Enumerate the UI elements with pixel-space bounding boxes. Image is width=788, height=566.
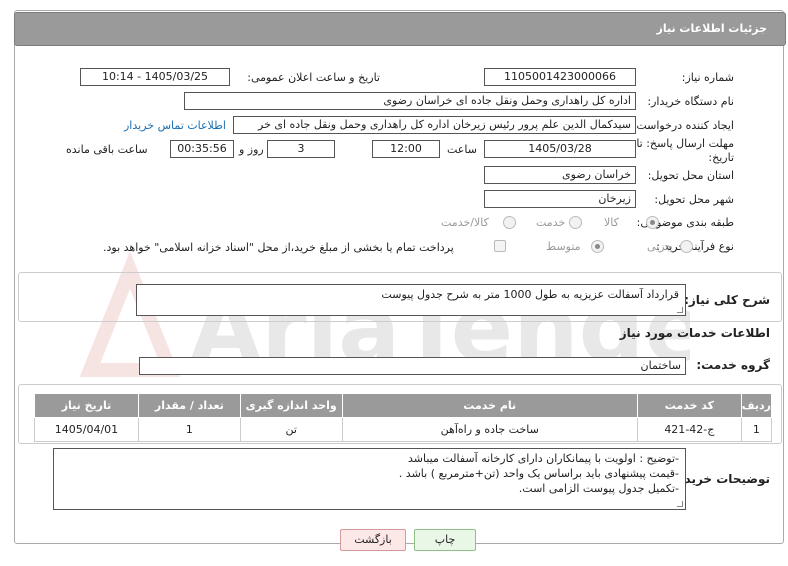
resize-handle[interactable] [677, 307, 683, 313]
buyer-label: نام دستگاه خریدار: [647, 95, 734, 108]
col-name: نام خدمت [341, 393, 638, 418]
purchase-radio-medium[interactable] [591, 240, 604, 253]
buyer-note-line: -تکمیل جدول پیوست الزامی است. [518, 482, 679, 495]
services-section-title: اطلاعات خدمات مورد نیاز [619, 326, 770, 340]
buyer-notes-field[interactable]: -توضیح : اولویت با پیمانکاران دارای کارخ… [53, 448, 686, 510]
cell-date: 1405/04/01 [34, 417, 139, 442]
cell-unit: تن [239, 417, 343, 442]
city-label: شهر محل تحویل: [654, 193, 734, 206]
resize-handle[interactable] [677, 501, 683, 507]
description-text: قرارداد آسفالت عزیزیه به طول 1000 متر به… [381, 288, 679, 301]
days-field[interactable]: 3 [267, 140, 335, 158]
remaining-time-field[interactable]: 00:35:56 [170, 140, 234, 158]
announce-field[interactable]: 1405/03/25 - 10:14 [80, 68, 230, 86]
category-option-goods-service: کالا/خدمت [441, 216, 489, 229]
deadline-time-field[interactable]: 12:00 [372, 140, 440, 158]
creator-field[interactable]: سیدکمال الدین علم پرور رئیس زیرخان اداره… [233, 116, 636, 134]
city-field[interactable]: زیرخان [484, 190, 636, 208]
service-group-label: گروه خدمت: [696, 358, 770, 372]
province-field[interactable]: خراسان رضوی [484, 166, 636, 184]
purchase-option-medium: متوسط [546, 240, 581, 253]
province-label: استان محل تحویل: [647, 169, 734, 182]
col-row: ردیف [740, 393, 773, 418]
buyer-note-line: -توضیح : اولویت با پیمانکاران دارای کارخ… [407, 452, 679, 465]
category-option-service: خدمت [536, 216, 566, 229]
category-radio-goods-service[interactable] [503, 216, 516, 229]
category-radio-goods[interactable] [646, 216, 659, 229]
creator-label: ایجاد کننده درخواست: [632, 119, 734, 132]
buyer-note-line: -قیمت پیشنهادی باید براساس یک واحد (تن+م… [398, 467, 679, 480]
need-number-label: شماره نیاز: [681, 71, 734, 84]
remaining-label: ساعت باقی مانده [66, 143, 148, 156]
back-button[interactable]: بازگشت [340, 529, 406, 551]
purchase-option-minor: جزیی [647, 240, 673, 253]
announce-label: تاریخ و ساعت اعلان عمومی: [247, 71, 380, 84]
cell-row: 1 [740, 417, 773, 442]
col-unit: واحد اندازه گیری [239, 393, 343, 418]
description-label: شرح کلی نیاز: [684, 293, 770, 307]
payment-note: پرداخت تمام یا بخشی از مبلغ خرید،از محل … [103, 241, 454, 254]
description-field[interactable]: قرارداد آسفالت عزیزیه به طول 1000 متر به… [136, 284, 686, 316]
col-date: تاریخ نیاز [34, 393, 139, 418]
page-title: جزئیات اطلاعات نیاز [656, 22, 768, 35]
category-option-goods: کالا [604, 216, 619, 229]
treasury-checkbox[interactable] [494, 240, 506, 252]
need-number-field[interactable]: 1105001423000066 [484, 68, 636, 86]
cell-name: ساخت جاده و راه‌آهن [341, 417, 638, 442]
category-radio-service[interactable] [569, 216, 582, 229]
cell-code: ج-42-421 [636, 417, 742, 442]
table-header-row: ردیف کد خدمت نام خدمت واحد اندازه گیری ت… [34, 393, 773, 418]
purchase-radio-minor[interactable] [680, 240, 693, 253]
cell-qty: 1 [137, 417, 241, 442]
buyer-field[interactable]: اداره کل راهداری وحمل ونقل جاده ای خراسا… [184, 92, 636, 110]
buyer-contact-link[interactable]: اطلاعات تماس خریدار [124, 119, 226, 132]
header-bar: جزئیات اطلاعات نیاز [14, 12, 786, 46]
services-table: ردیف کد خدمت نام خدمت واحد اندازه گیری ت… [34, 393, 773, 442]
service-group-field[interactable]: ساختمان [139, 357, 686, 375]
print-button[interactable]: چاپ [414, 529, 476, 551]
col-qty: تعداد / مقدار [137, 393, 241, 418]
time-label: ساعت [447, 143, 477, 156]
deadline-date-field[interactable]: 1405/03/28 [484, 140, 636, 158]
table-row: 1 ج-42-421 ساخت جاده و راه‌آهن تن 1 1405… [34, 417, 773, 442]
days-label: روز و [239, 143, 264, 156]
col-code: کد خدمت [636, 393, 742, 418]
